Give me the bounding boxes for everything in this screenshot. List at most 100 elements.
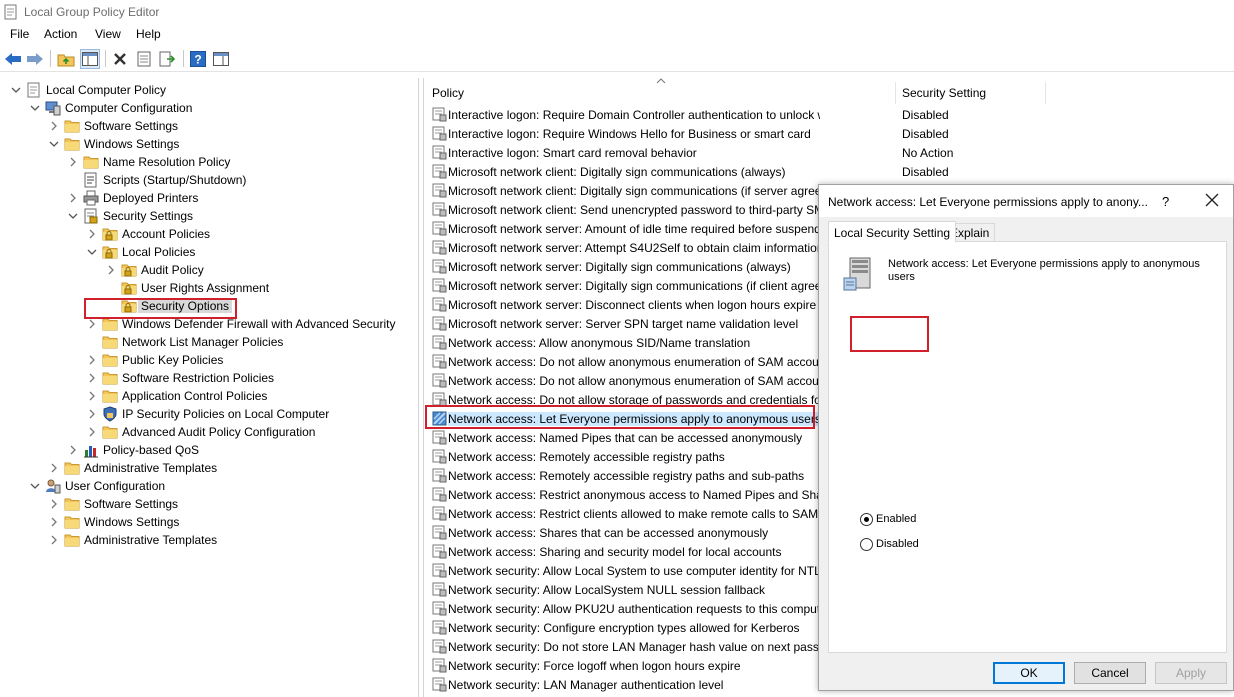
chevron-right-icon[interactable] xyxy=(86,408,98,420)
tree-item-label: Public Key Policies xyxy=(122,353,224,367)
policy-name: Network access: Shares that can be acces… xyxy=(448,526,769,540)
tree-item-label: Software Restriction Policies xyxy=(122,371,275,385)
highlight-box-security-options xyxy=(84,298,237,319)
chevron-right-icon[interactable] xyxy=(86,390,98,402)
tree-item-label: Account Policies xyxy=(122,227,211,241)
dialog-title-bar: Network access: Let Everyone permissions… xyxy=(819,185,1233,217)
tree-item-label: Scripts (Startup/Shutdown) xyxy=(103,173,247,187)
policy-setting-icon xyxy=(432,202,447,217)
folder-icon xyxy=(102,370,118,386)
table-row[interactable]: Microsoft network client: Digitally sign… xyxy=(424,162,1234,181)
policy-name: Microsoft network server: Digitally sign… xyxy=(448,260,791,274)
chevron-right-icon[interactable] xyxy=(67,156,79,168)
tree-item-label: Windows Settings xyxy=(84,137,180,151)
up-folder-icon[interactable] xyxy=(56,49,76,69)
tree-item-label: Policy-based QoS xyxy=(103,443,200,457)
table-row[interactable]: Interactive logon: Require Domain Contro… xyxy=(424,105,1234,124)
chevron-right-icon[interactable] xyxy=(67,192,79,204)
policy-setting-icon xyxy=(432,164,447,179)
printer-icon xyxy=(83,190,99,206)
apply-button[interactable]: Apply xyxy=(1155,662,1227,684)
policy-name: Network security: Allow PKU2U authentica… xyxy=(448,602,820,616)
menu-action[interactable]: Action xyxy=(44,27,77,41)
radio-circle xyxy=(860,513,873,526)
chevron-right-icon[interactable] xyxy=(48,120,60,132)
folder-icon xyxy=(102,388,118,404)
policy-name: Network security: Allow LocalSystem NULL… xyxy=(448,583,766,597)
tree-item-label: Network List Manager Policies xyxy=(122,335,284,349)
policy-setting-icon xyxy=(432,354,447,369)
chevron-right-icon[interactable] xyxy=(48,498,60,510)
column-header-policy[interactable]: Policy xyxy=(432,86,464,100)
menu-file[interactable]: File xyxy=(10,27,29,41)
cancel-button[interactable]: Cancel xyxy=(1074,662,1146,684)
close-icon[interactable] xyxy=(1205,193,1219,207)
chevron-right-icon[interactable] xyxy=(86,228,98,240)
policy-name: Network access: Named Pipes that can be … xyxy=(448,431,803,445)
folder-icon xyxy=(64,136,80,152)
chevron-down-icon[interactable] xyxy=(86,246,98,258)
ok-button[interactable]: OK xyxy=(993,662,1065,684)
chevron-right-icon[interactable] xyxy=(48,516,60,528)
radio-dot xyxy=(864,517,869,522)
console-tree: Local Computer Policy Computer Configurat… xyxy=(0,78,419,697)
properties-icon[interactable] xyxy=(134,49,154,69)
chevron-right-icon[interactable] xyxy=(48,462,60,474)
tree-item-label: Administrative Templates xyxy=(84,533,218,547)
policy-setting-icon xyxy=(432,620,447,635)
show-hide-action-pane-icon[interactable] xyxy=(211,49,231,69)
locked-folder-icon xyxy=(121,262,137,278)
show-hide-console-tree-icon[interactable] xyxy=(80,49,100,69)
window-title: Local Group Policy Editor xyxy=(24,5,160,19)
delete-icon[interactable] xyxy=(110,49,130,69)
radio-enabled-label: Enabled xyxy=(876,513,917,525)
table-row[interactable]: Interactive logon: Require Windows Hello… xyxy=(424,124,1234,143)
policy-name: Network security: Allow Local System to … xyxy=(448,564,820,578)
tree-item-label: Local Policies xyxy=(122,245,196,259)
policy-name: Network access: Remotely accessible regi… xyxy=(448,450,725,464)
chevron-right-icon[interactable] xyxy=(48,534,60,546)
chevron-right-icon[interactable] xyxy=(67,444,79,456)
chevron-right-icon[interactable] xyxy=(86,318,98,330)
chevron-right-icon[interactable] xyxy=(86,372,98,384)
chevron-down-icon[interactable] xyxy=(29,480,41,492)
tree-item-label: Advanced Audit Policy Configuration xyxy=(122,425,316,439)
chevron-right-icon[interactable] xyxy=(86,426,98,438)
forward-arrow-icon[interactable] xyxy=(25,49,45,69)
tree-item-label: Software Settings xyxy=(84,119,179,133)
tree-item-label: Name Resolution Policy xyxy=(103,155,231,169)
export-list-icon[interactable] xyxy=(157,49,177,69)
policy-name-text: Network access: Let Everyone permissions… xyxy=(888,258,1200,283)
security-setting-value: Disabled xyxy=(902,127,949,141)
menu-view[interactable]: View xyxy=(95,27,121,41)
chevron-down-icon[interactable] xyxy=(48,138,60,150)
tab-local-security-setting[interactable]: Local Security Setting xyxy=(828,221,957,243)
dialog-help-button[interactable]: ? xyxy=(1162,194,1169,209)
folder-icon xyxy=(83,154,99,170)
policy-setting-icon xyxy=(432,240,447,255)
column-header-security-setting[interactable]: Security Setting xyxy=(902,86,986,100)
policy-setting-icon xyxy=(432,582,447,597)
menu-help[interactable]: Help xyxy=(136,27,161,41)
help-icon[interactable]: ? xyxy=(188,49,208,69)
policy-name: Network access: Do not allow anonymous e… xyxy=(448,355,820,369)
policy-name: Microsoft network client: Digitally sign… xyxy=(448,184,820,198)
security-settings-icon xyxy=(83,208,99,224)
chevron-down-icon[interactable] xyxy=(10,84,22,96)
policy-setting-icon xyxy=(432,183,447,198)
security-setting-value: Disabled xyxy=(902,165,949,179)
chevron-right-icon[interactable] xyxy=(105,264,117,276)
chevron-down-icon[interactable] xyxy=(67,210,79,222)
chevron-right-icon[interactable] xyxy=(86,354,98,366)
back-arrow-icon[interactable] xyxy=(3,49,23,69)
policy-name: Microsoft network server: Digitally sign… xyxy=(448,279,820,293)
tree-item-label: Software Settings xyxy=(84,497,179,511)
policy-name: Microsoft network client: Send unencrypt… xyxy=(448,203,820,217)
chevron-down-icon[interactable] xyxy=(29,102,41,114)
table-row[interactable]: Interactive logon: Smart card removal be… xyxy=(424,143,1234,162)
policy-setting-icon xyxy=(432,145,447,160)
policy-setting-icon xyxy=(432,525,447,540)
policy-setting-icon xyxy=(432,449,447,464)
policy-setting-icon xyxy=(432,316,447,331)
policy-server-icon xyxy=(843,257,871,291)
